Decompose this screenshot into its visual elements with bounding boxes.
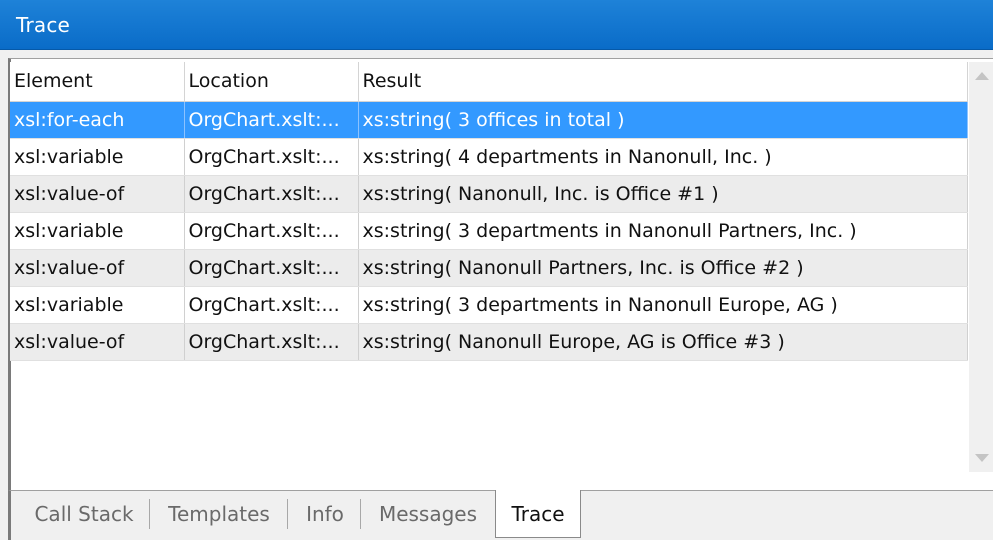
table-row-selected[interactable]: xsl:for-each OrgChart.xslt:... xs:string… — [10, 101, 968, 139]
table-row[interactable]: xsl:value-of OrgChart.xslt:... xs:string… — [10, 249, 968, 287]
cell-element: xsl:variable — [10, 212, 185, 250]
table-header: Element Location Result — [10, 62, 968, 102]
cell-location: OrgChart.xslt:... — [184, 323, 359, 361]
table-row[interactable]: xsl:value-of OrgChart.xslt:... xs:string… — [10, 175, 968, 213]
table-row[interactable]: xsl:value-of OrgChart.xslt:... xs:string… — [10, 323, 968, 361]
tab-templates[interactable]: Templates — [151, 491, 287, 537]
cell-result: xs:string( Nanonull Europe, AG is Office… — [358, 323, 968, 361]
cell-result: xs:string( 3 departments in Nanonull Eur… — [358, 286, 968, 324]
cell-element: xsl:value-of — [10, 323, 185, 361]
tab-info[interactable]: Info — [291, 491, 359, 537]
cell-element: xsl:variable — [10, 138, 185, 176]
tab-call-stack[interactable]: Call Stack — [19, 491, 149, 537]
table-row[interactable]: xsl:variable OrgChart.xslt:... xs:string… — [10, 286, 968, 324]
cell-location: OrgChart.xslt:... — [184, 249, 359, 287]
table-row[interactable]: xsl:variable OrgChart.xslt:... xs:string… — [10, 212, 968, 250]
scroll-down-arrow-icon[interactable] — [975, 454, 989, 462]
cell-element: xsl:value-of — [10, 175, 185, 213]
cell-location: OrgChart.xslt:... — [184, 212, 359, 250]
cell-element: xsl:variable — [10, 286, 185, 324]
cell-location: OrgChart.xslt:... — [184, 101, 359, 139]
vertical-scrollbar[interactable] — [969, 62, 993, 472]
trace-table: Element Location Result xsl:for-each Org… — [10, 62, 968, 361]
tab-separator — [287, 499, 288, 529]
cell-location: OrgChart.xslt:... — [184, 286, 359, 324]
title-bar: Trace — [0, 0, 993, 50]
cell-result: xs:string( Nanonull, Inc. is Office #1 ) — [358, 175, 968, 213]
column-header-element[interactable]: Element — [10, 62, 185, 102]
scroll-up-arrow-icon[interactable] — [975, 72, 989, 80]
window-title: Trace — [16, 13, 71, 37]
cell-result: xs:string( Nanonull Partners, Inc. is Of… — [358, 249, 968, 287]
tab-messages[interactable]: Messages — [363, 491, 493, 537]
tab-trace[interactable]: Trace — [495, 490, 581, 538]
tab-separator — [149, 499, 150, 529]
cell-location: OrgChart.xslt:... — [184, 138, 359, 176]
table-row[interactable]: xsl:variable OrgChart.xslt:... xs:string… — [10, 138, 968, 176]
column-header-result[interactable]: Result — [358, 62, 968, 102]
tab-bar: Call Stack Templates Info Messages Trace — [8, 490, 993, 540]
cell-result: xs:string( 3 departments in Nanonull Par… — [358, 212, 968, 250]
tab-separator — [360, 499, 361, 529]
cell-location: OrgChart.xslt:... — [184, 175, 359, 213]
cell-element: xsl:value-of — [10, 249, 185, 287]
column-header-location[interactable]: Location — [184, 62, 359, 102]
cell-element: xsl:for-each — [10, 101, 185, 139]
cell-result: xs:string( 4 departments in Nanonull, In… — [358, 138, 968, 176]
cell-result: xs:string( 3 offices in total ) — [358, 101, 968, 139]
